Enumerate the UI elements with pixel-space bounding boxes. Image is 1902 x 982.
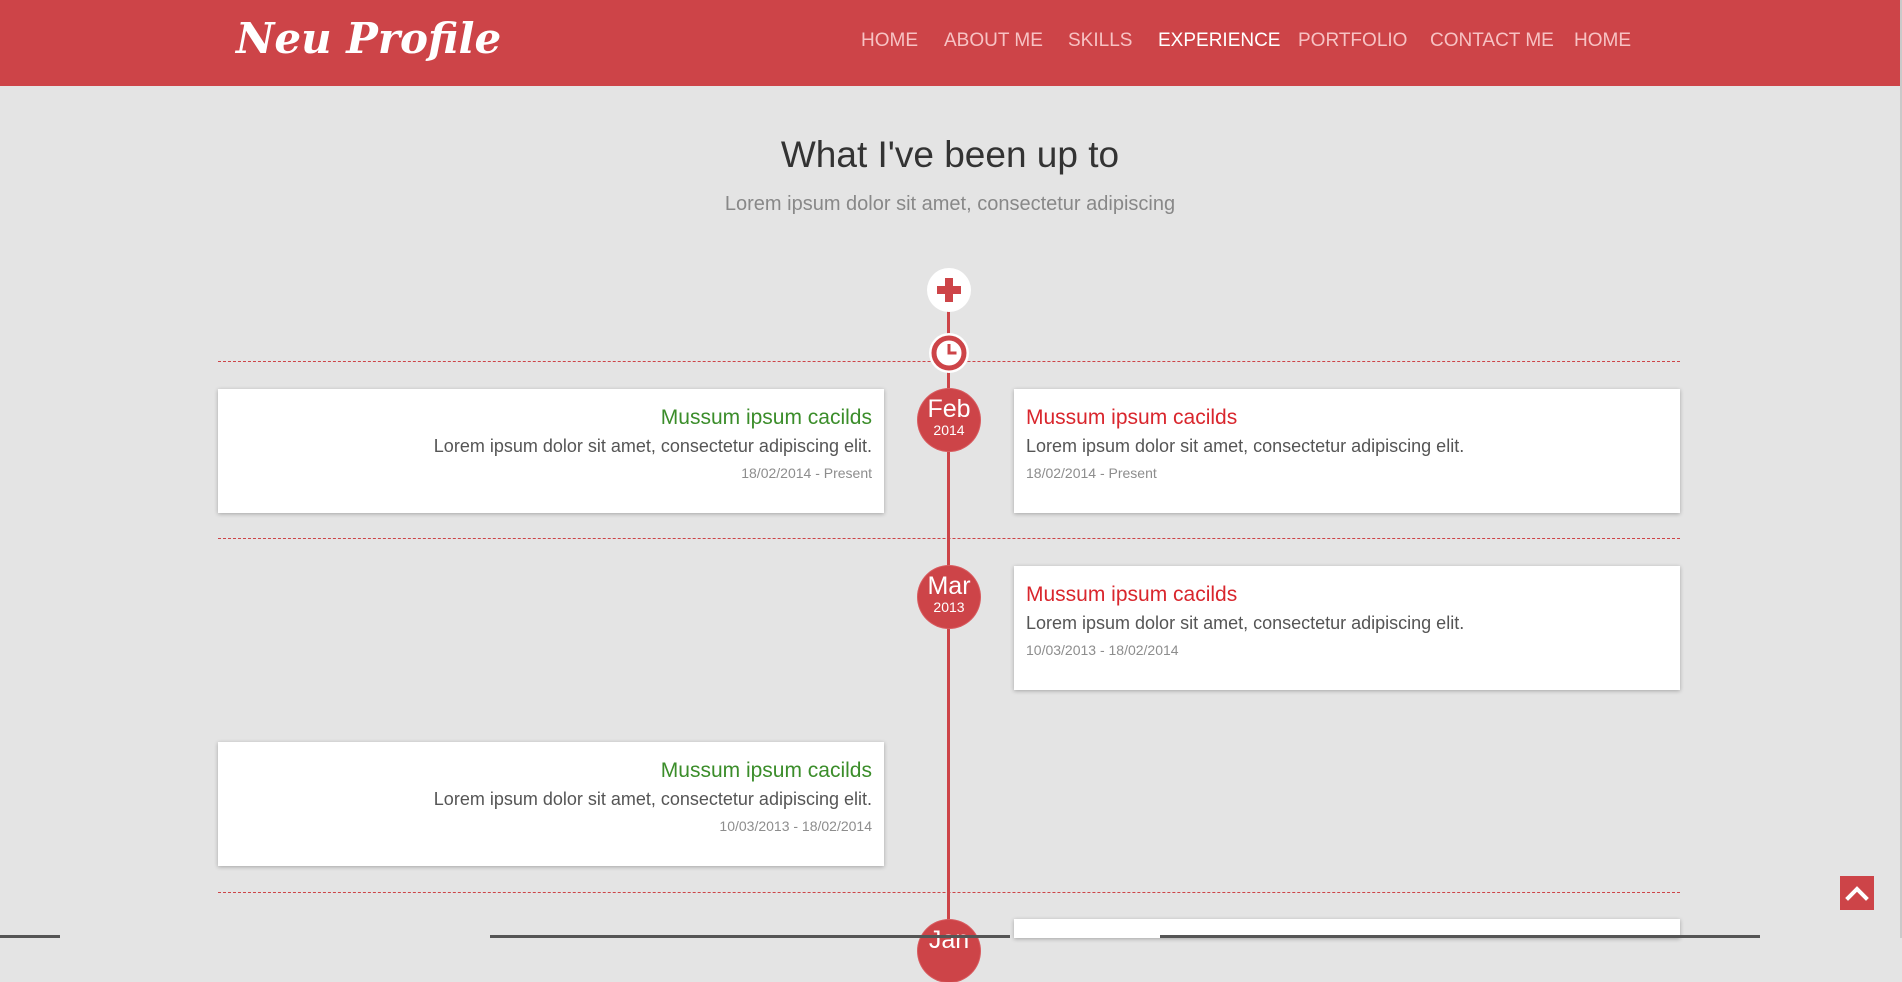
timeline-card: Mussum ipsum cacilds Lorem ipsum dolor s… [1014, 566, 1680, 690]
date-year: 2014 [933, 422, 965, 438]
expand-timeline-button[interactable] [927, 268, 971, 312]
card-dates: 18/02/2014 - Present [741, 465, 872, 481]
date-badge: Mar 2013 [918, 566, 980, 628]
timeline-card: Mussum ipsum cacilds Lorem ipsum dolor s… [218, 389, 884, 513]
card-dates: 10/03/2013 - 18/02/2014 [1026, 642, 1179, 658]
back-to-top-button[interactable] [1840, 876, 1874, 910]
date-year: 2013 [933, 599, 965, 615]
plus-icon [937, 278, 961, 302]
top-navbar: Neu Profile HOME ABOUT ME SKILLS EXPERIE… [0, 0, 1900, 86]
timeline-start-marker [929, 333, 969, 373]
card-description: Lorem ipsum dolor sit amet, consectetur … [1026, 613, 1465, 633]
timeline-card: Mussum ipsum cacilds Lorem ipsum dolor s… [218, 742, 884, 866]
nav-skills[interactable]: SKILLS [1068, 30, 1132, 52]
chevron-up-icon [1845, 886, 1869, 901]
timeline-card: Mussum ipsum cacilds Lorem ipsum dolor s… [1014, 389, 1680, 513]
card-title: Mussum ipsum cacilds [660, 406, 872, 429]
card-description: Lorem ipsum dolor sit amet, consectetur … [433, 436, 872, 456]
timeline-divider [218, 538, 1680, 539]
nav-portfolio[interactable]: PORTFOLIO [1298, 30, 1407, 52]
card-dates: 18/02/2014 - Present [1026, 465, 1157, 481]
card-title: Mussum ipsum cacilds [660, 759, 872, 782]
card-description: Lorem ipsum dolor sit amet, consectetur … [1026, 436, 1465, 456]
nav-home-2[interactable]: HOME [1574, 30, 1631, 52]
nav-experience[interactable]: EXPERIENCE [1158, 30, 1280, 52]
section-title: What I've been up to [780, 134, 1120, 175]
date-month: Jan [928, 926, 970, 954]
date-badge: Feb 2014 [918, 389, 980, 451]
card-description: Lorem ipsum dolor sit amet, consectetur … [433, 789, 872, 809]
nav-home[interactable]: HOME [861, 30, 918, 52]
date-month: Mar [927, 572, 971, 600]
date-badge: Jan [918, 920, 980, 982]
clock-icon [931, 335, 967, 371]
nav-about-me[interactable]: ABOUT ME [944, 30, 1043, 52]
card-dates: 10/03/2013 - 18/02/2014 [719, 818, 872, 834]
card-title: Mussum ipsum cacilds [1026, 583, 1238, 606]
brand-logo[interactable]: Neu Profile [236, 14, 501, 63]
timeline-divider [218, 892, 1680, 893]
card-title: Mussum ipsum cacilds [1026, 406, 1238, 429]
section-subtitle: Lorem ipsum dolor sit amet, consectetur … [724, 193, 1176, 215]
date-month: Feb [927, 395, 971, 423]
nav-contact-me[interactable]: CONTACT ME [1430, 30, 1554, 52]
